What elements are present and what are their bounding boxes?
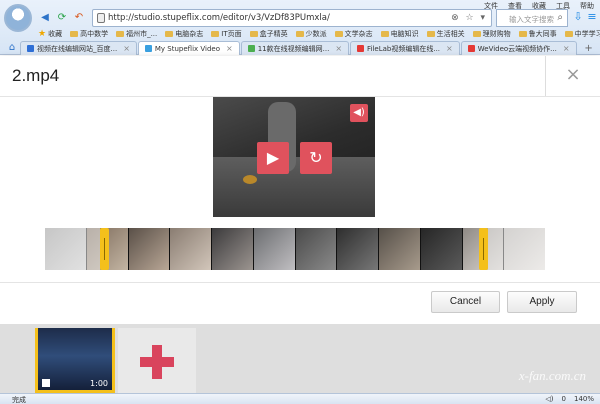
folder-icon [380,30,389,37]
favorite-item[interactable]: 生活相关 [426,29,465,39]
folder-icon [116,30,125,37]
folder-icon [249,30,258,37]
folder-icon [472,30,481,37]
search-icon[interactable]: ⌕ [557,12,563,23]
trim-start-handle[interactable] [100,228,109,270]
favicon-icon [27,45,34,52]
apply-button[interactable]: Apply [507,291,577,313]
close-tab-icon[interactable]: × [226,44,233,53]
filmstrip-frame [337,228,379,270]
favorite-item[interactable]: 中学学习 [564,29,600,39]
zoom-level[interactable]: 140% [574,395,594,403]
close-tab-icon[interactable]: × [446,44,453,53]
close-tab-icon[interactable]: × [335,44,342,53]
tab-baidu[interactable]: 视频在线编辑网站_百度... × [20,41,137,55]
search-placeholder: 输入文字搜索 [509,15,554,24]
volume-icon[interactable]: ◀) [350,104,368,122]
favorite-item[interactable]: 鲁大同事 [518,29,557,39]
tab-stupeflix[interactable]: My Stupeflix Video × [137,41,240,55]
favicon-icon [357,45,365,52]
close-tab-icon[interactable]: × [563,44,570,53]
favorite-item[interactable]: 文学杂志 [334,29,373,39]
timeline-clip[interactable]: 1:00 [35,328,115,393]
filmstrip[interactable] [45,228,545,270]
folder-icon [70,30,79,37]
filmstrip-frame [170,228,212,270]
download-count[interactable]: 0 [562,395,566,403]
favorite-item[interactable]: 福州市_... [116,29,157,39]
close-icon[interactable]: × [545,56,600,96]
folder-icon [518,30,527,37]
filmstrip-frame [379,228,421,270]
browser-chrome: ◀ ⟳ ↶ 文件 查看 收藏 工具 帮助 http://studio.stupe… [0,0,600,55]
status-right: ◁) 0 140% [545,395,594,403]
filmstrip-frame [212,228,254,270]
menu-icon[interactable]: ≡ [586,10,598,24]
trimmed-region [45,228,100,270]
filmstrip-frame [420,228,463,270]
folder-icon [334,30,343,37]
filmstrip-frame [295,228,338,270]
tab-video-editors[interactable]: 11款在线视频编辑网... × [240,41,350,55]
add-clip-button[interactable] [118,328,196,393]
close-tab-icon[interactable]: × [123,44,130,53]
favicon-icon [247,45,255,52]
status-text: 完成 [12,396,26,404]
url-actions-icon[interactable]: ⊗ ☆ ▾ [451,13,487,23]
folder-icon [295,30,304,37]
filmstrip-frame [253,228,296,270]
timeline: 1:00 x-fan.com.cn [0,324,600,393]
editor-page: 2.mp4 × ▶ ↻ ◀) Cancel Apply 1:00 x-fan.c… [0,56,600,393]
undo-icon[interactable]: ↶ [72,11,86,25]
video-preview[interactable]: ▶ ↻ ◀) [213,97,375,217]
search-input[interactable]: 输入文字搜索 ⌕ [496,9,568,27]
video-frame [243,175,257,184]
tab-filelab[interactable]: FileLab视频编辑在线... × [350,41,460,55]
favorite-item[interactable]: 电脑知识 [380,29,419,39]
url-text[interactable]: http://studio.stupeflix.com/editor/v3/Vz… [108,13,330,23]
trim-end-handle[interactable] [479,228,488,270]
favorite-item[interactable]: 电脑杂志 [165,29,203,39]
favicon-icon [144,45,152,52]
clip-badge-icon [42,379,50,387]
refresh-icon[interactable]: ⟳ [55,11,69,25]
favorites-button[interactable]: ★ 收藏 [38,29,62,39]
watermark: x-fan.com.cn [518,368,586,383]
filmstrip-frame [128,228,171,270]
favorite-item[interactable]: 理财购物 [472,29,511,39]
trimmed-region [488,228,545,270]
favicon-icon [467,45,475,52]
folder-icon [165,30,174,37]
status-bar: 完成 ◁) 0 140% [0,393,600,404]
folder-icon [426,30,435,37]
clip-duration: 1:00 [90,379,108,388]
divider [0,282,600,283]
favorites-bar: ★ 收藏 高中数学 福州市_... 电脑杂志 IT页面 盒子精英 少数派 文学杂志… [0,27,600,40]
page-icon [97,13,105,23]
favorite-item[interactable]: 盒子精英 [249,29,288,39]
folder-icon [211,30,220,37]
favorite-item[interactable]: IT页面 [211,29,242,39]
favorite-item[interactable]: 高中数学 [70,29,108,39]
home-icon[interactable]: ⌂ [4,42,20,55]
play-icon[interactable]: ▶ [257,142,289,174]
new-tab-icon[interactable]: + [582,43,596,55]
plus-icon [140,345,174,379]
replay-icon[interactable]: ↻ [300,142,332,174]
sound-icon[interactable]: ◁) [545,395,553,403]
back-icon[interactable]: ◀ [38,11,52,25]
tab-wevideo[interactable]: WeVideo云端视频协作... × [460,41,577,55]
folder-icon [564,30,573,37]
star-icon: ★ [38,28,47,39]
favorite-item[interactable]: 少数派 [295,29,327,39]
tab-bar: ⌂ 视频在线编辑网站_百度... × My Stupeflix Video × 11… [0,40,600,55]
cancel-button[interactable]: Cancel [431,291,500,313]
url-bar[interactable]: http://studio.stupeflix.com/editor/v3/Vz… [92,9,492,27]
trim-dialog: 2.mp4 × ▶ ↻ ◀) Cancel Apply [0,56,600,324]
download-icon[interactable]: ⇩ [572,10,584,24]
dialog-title: 2.mp4 [12,66,60,85]
